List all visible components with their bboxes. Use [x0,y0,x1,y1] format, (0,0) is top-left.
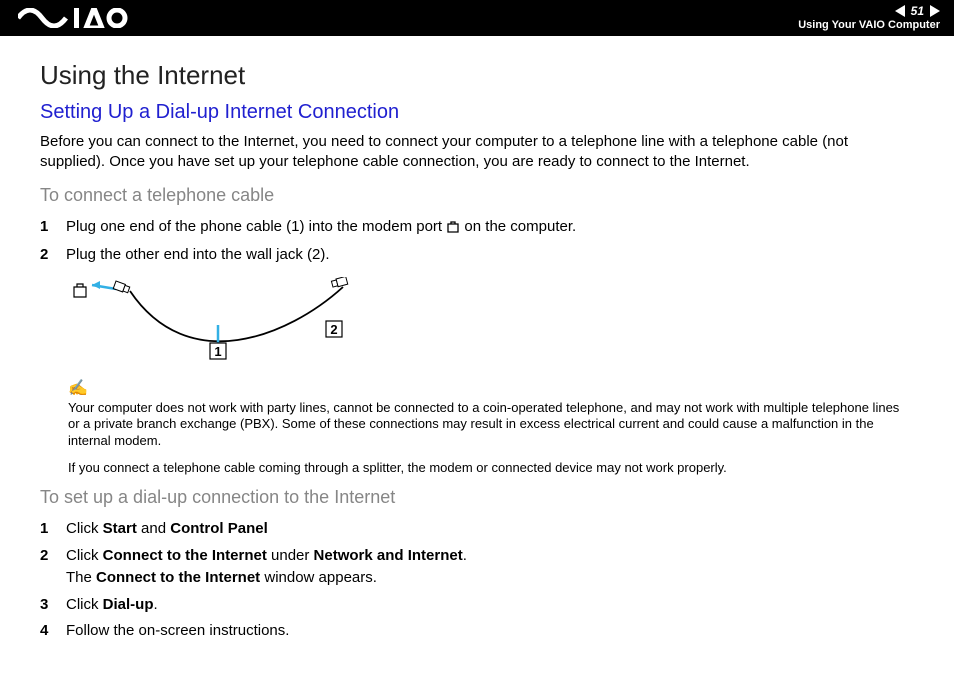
subsection-title: Setting Up a Dial-up Internet Connection [40,101,914,124]
next-page-arrow-icon[interactable] [930,5,940,17]
steps-list-b: 1 Click Start and Control Panel 2 Click … [40,518,914,643]
note-icon: ✍ [68,378,914,398]
header-right: 51 Using Your VAIO Computer [798,5,940,31]
modem-port-icon [446,218,460,241]
procedure-heading-b: To set up a dial-up connection to the In… [40,487,914,508]
step-item: 1 Plug one end of the phone cable (1) in… [40,216,914,241]
step-number: 2 [40,244,66,267]
step-number: 2 [40,545,66,590]
step-text: Click Start and Control Panel [66,518,914,541]
cable-diagram: 1 2 [68,277,914,372]
step-item: 2 Plug the other end into the wall jack … [40,244,914,267]
prev-page-arrow-icon[interactable] [895,5,905,17]
page-number: 51 [911,5,924,18]
page-content: Using the Internet Setting Up a Dial-up … [0,36,954,673]
step-number: 4 [40,620,66,643]
procedure-heading-a: To connect a telephone cable [40,185,914,206]
vaio-logo [18,8,128,28]
steps-list-a: 1 Plug one end of the phone cable (1) in… [40,216,914,267]
intro-paragraph: Before you can connect to the Internet, … [40,132,914,173]
step-item: 4 Follow the on-screen instructions. [40,620,914,643]
diagram-label-1: 1 [214,344,221,359]
step-number: 1 [40,518,66,541]
step-text: Click Connect to the Internet under Netw… [66,545,914,590]
note-text-2: If you connect a telephone cable coming … [68,460,914,477]
step-text: Plug the other end into the wall jack (2… [66,244,914,267]
step-item: 1 Click Start and Control Panel [40,518,914,541]
step-text: Plug one end of the phone cable (1) into… [66,216,914,241]
note-text-1: Your computer does not work with party l… [68,400,914,451]
header-bar: 51 Using Your VAIO Computer [0,0,954,36]
section-label: Using Your VAIO Computer [798,19,940,31]
note-block: ✍ Your computer does not work with party… [68,378,914,478]
page-nav: 51 [895,5,940,18]
page-title: Using the Internet [40,60,914,91]
step-number: 1 [40,216,66,241]
step-text: Follow the on-screen instructions. [66,620,914,643]
diagram-label-2: 2 [330,322,337,337]
step-number: 3 [40,594,66,617]
step-item: 2 Click Connect to the Internet under Ne… [40,545,914,590]
step-text: Click Dial-up. [66,594,914,617]
step-item: 3 Click Dial-up. [40,594,914,617]
